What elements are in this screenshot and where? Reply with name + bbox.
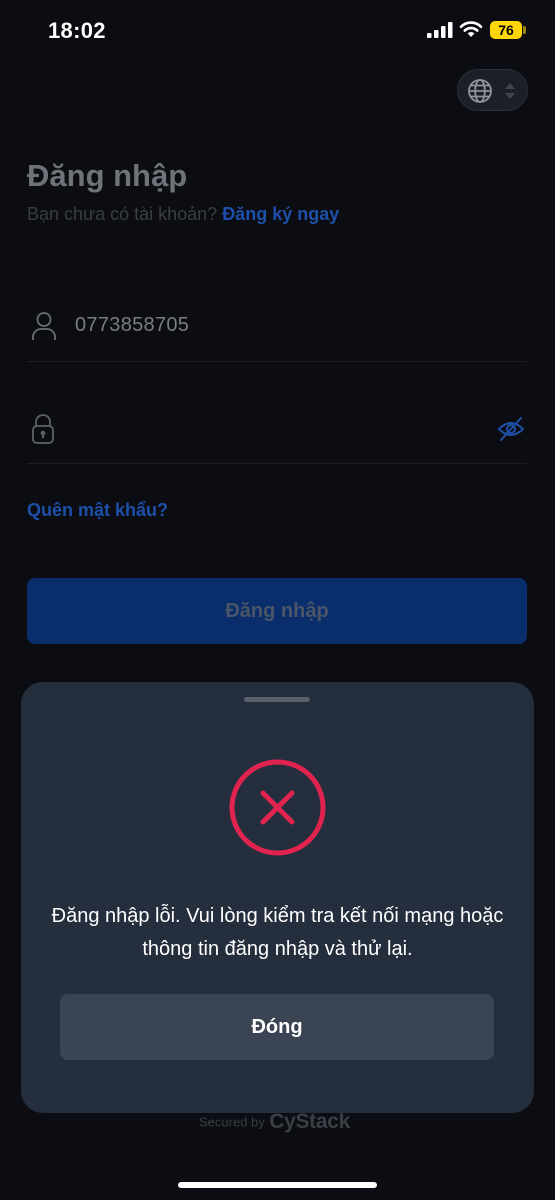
- close-button[interactable]: Đóng: [60, 994, 494, 1060]
- lock-icon: [32, 414, 54, 444]
- user-icon: [32, 312, 56, 340]
- status-time: 18:02: [48, 18, 106, 43]
- signup-link[interactable]: Đăng ký ngay: [222, 204, 339, 224]
- battery-icon: 76: [490, 21, 522, 39]
- wifi-icon: [459, 21, 483, 37]
- status-bar: 18:02 76: [0, 0, 555, 60]
- sheet-drag-handle[interactable]: [244, 697, 310, 702]
- error-message: Đăng nhập lỗi. Vui lòng kiểm tra kết nối…: [51, 905, 504, 960]
- chevron-up-down-icon: [505, 83, 515, 99]
- username-input[interactable]: 0773858705: [75, 314, 189, 337]
- error-x-icon: [229, 759, 326, 856]
- signup-prompt: Bạn chưa có tài khoản? Đăng ký ngay: [27, 204, 339, 225]
- home-indicator[interactable]: [178, 1182, 377, 1188]
- globe-icon: [468, 79, 492, 103]
- forgot-password-link[interactable]: Quên mật khẩu?: [27, 500, 168, 521]
- login-screen: 18:02 76 Đăng nhập Bạn chưa có tài khoản…: [0, 0, 555, 1200]
- eye-off-icon[interactable]: [497, 416, 525, 442]
- username-field[interactable]: 0773858705: [27, 292, 527, 362]
- error-bottom-sheet: Đăng nhập lỗi. Vui lòng kiểm tra kết nối…: [21, 682, 534, 1113]
- language-selector[interactable]: [457, 69, 528, 111]
- cystack-logo: CyStack: [269, 1110, 351, 1133]
- signal-icon: [427, 22, 453, 38]
- password-field[interactable]: [27, 394, 527, 464]
- login-button[interactable]: Đăng nhập: [27, 578, 527, 644]
- page-title: Đăng nhập: [27, 158, 188, 193]
- secured-by-footer: Secured by CyStack: [199, 1110, 350, 1134]
- signup-prompt-text: Bạn chưa có tài khoản?: [27, 204, 223, 224]
- battery-cap: [523, 26, 526, 34]
- secured-by-text: Secured by: [199, 1114, 265, 1130]
